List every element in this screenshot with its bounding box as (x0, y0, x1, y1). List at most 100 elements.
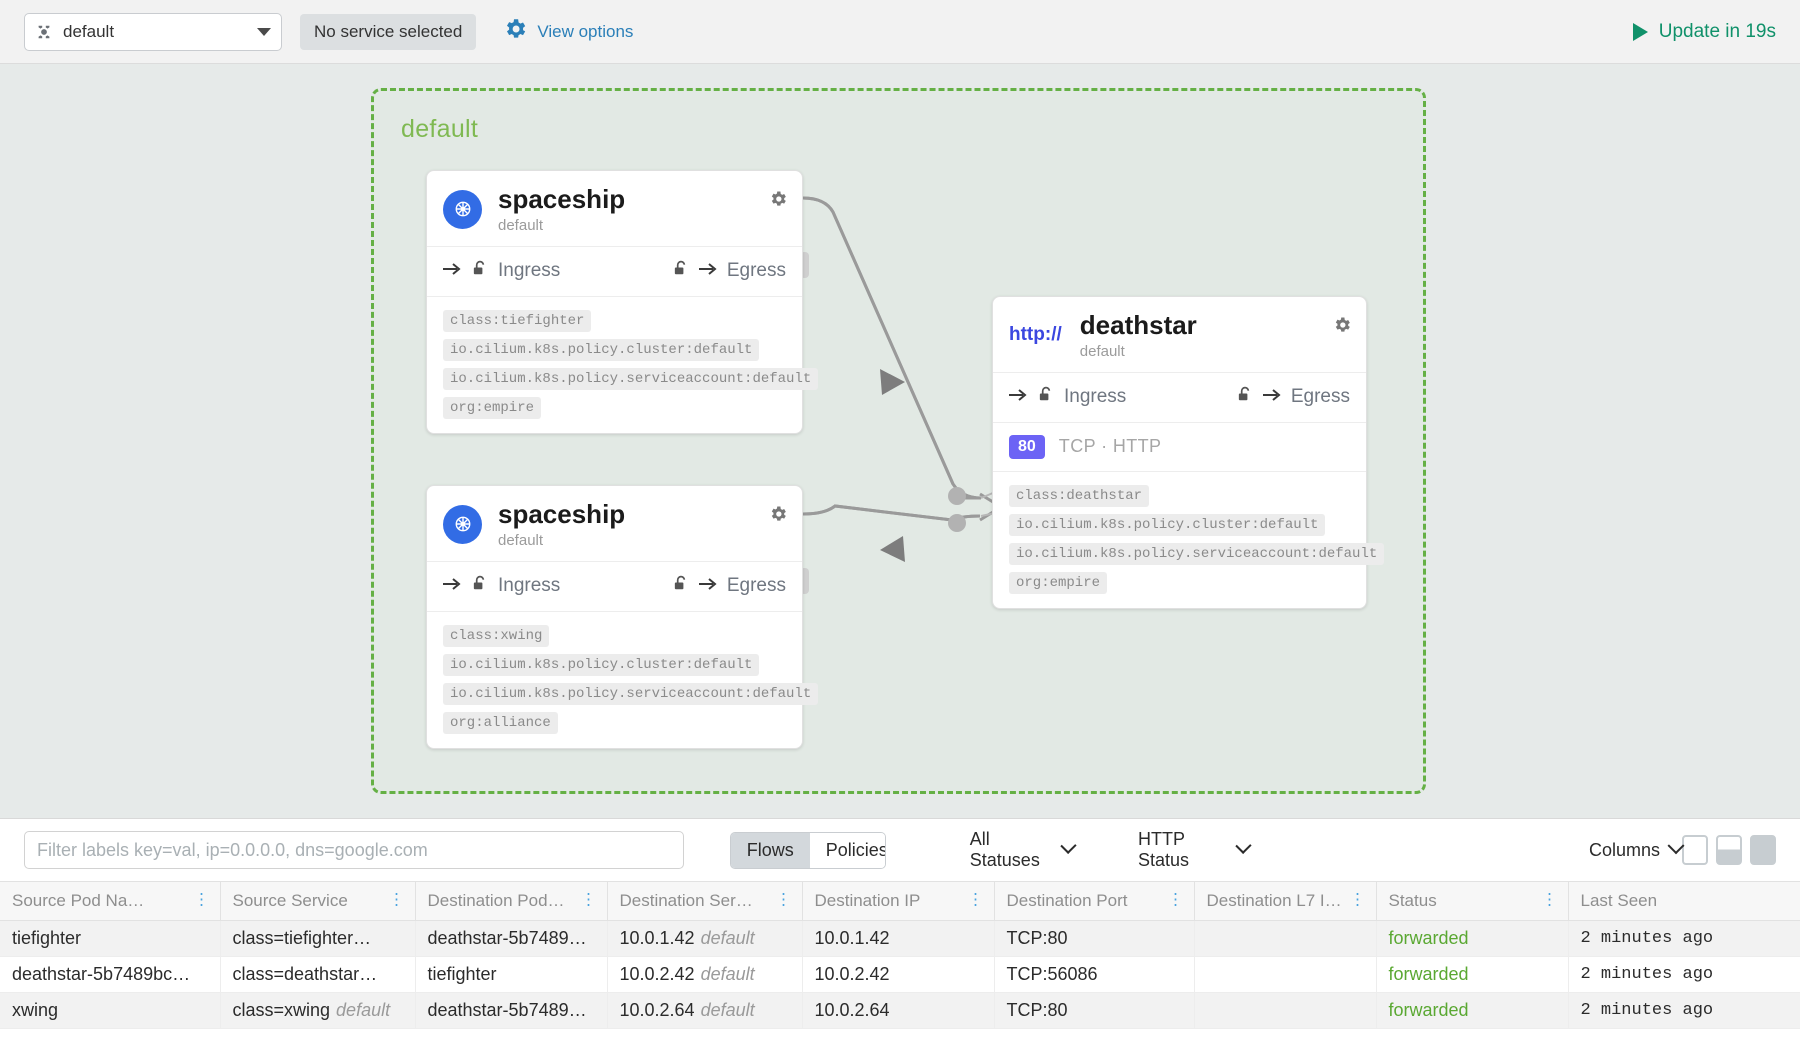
columns-dropdown[interactable]: Columns (1589, 840, 1682, 861)
filter-input[interactable] (24, 831, 684, 869)
ingress-label: Ingress (498, 575, 560, 597)
card-subtitle: default (498, 532, 625, 549)
cell-source-pod: tiefighter (0, 921, 220, 957)
cell-destination-service: 10.0.2.42default (607, 957, 802, 993)
cell-destination-ip: 10.0.2.64 (802, 993, 994, 1029)
column-header-source-service[interactable]: Source Service ⋮ (220, 882, 415, 921)
label-chip: io.cilium.k8s.policy.cluster:default (443, 654, 759, 676)
update-timer-button[interactable]: Update in 19s (1633, 21, 1776, 43)
namespace-select-value: default (63, 22, 247, 42)
column-header-status[interactable]: Status ⋮ (1376, 882, 1568, 921)
cell-source-service: class=tiefighter… (220, 921, 415, 957)
tab-flows[interactable]: Flows (731, 833, 810, 868)
column-menu-icon[interactable]: ⋮ (1350, 895, 1366, 908)
column-header-destination-ip[interactable]: Destination IP ⋮ (802, 882, 994, 921)
port-badge: 80 (1009, 435, 1045, 459)
ingress-group[interactable]: Ingress (443, 574, 560, 599)
cell-status: forwarded (1376, 921, 1568, 957)
egress-group[interactable]: Egress (672, 574, 786, 599)
egress-label: Egress (727, 575, 786, 597)
service-status-badge: No service selected (300, 14, 476, 50)
cell-text: 10.0.1.42 (620, 928, 695, 948)
label-chip: org:alliance (443, 712, 558, 734)
card-title: deathstar (1080, 311, 1197, 341)
table-row[interactable]: tiefighter class=tiefighter… deathstar-5… (0, 921, 1800, 957)
column-header-destination-l7[interactable]: Destination L7 I…⋮ (1194, 882, 1376, 921)
unlock-icon (1236, 385, 1255, 410)
card-header: spaceship default (427, 486, 802, 562)
column-menu-icon[interactable]: ⋮ (389, 895, 405, 908)
http-status-dropdown[interactable]: HTTP Status (1138, 829, 1249, 871)
table-row[interactable]: deathstar-5b7489bc… class=deathstar… tie… (0, 957, 1800, 993)
column-label: Destination Port (1007, 891, 1128, 910)
ingress-group[interactable]: Ingress (443, 259, 560, 284)
unlock-icon (672, 574, 691, 599)
cell-namespace: default (336, 1000, 390, 1020)
cell-status: forwarded (1376, 993, 1568, 1029)
gear-icon[interactable] (768, 504, 788, 529)
column-header-last-seen[interactable]: Last Seen (1568, 882, 1800, 921)
column-menu-icon[interactable]: ⋮ (194, 895, 210, 908)
label-chip: class:deathstar (1009, 485, 1149, 507)
column-header-destination-pod[interactable]: Destination Pod… ⋮ (415, 882, 607, 921)
column-menu-icon[interactable]: ⋮ (968, 895, 984, 908)
arrow-right-icon (699, 260, 719, 282)
gear-icon[interactable] (1332, 315, 1352, 340)
cell-destination-service: 10.0.2.64default (607, 993, 802, 1029)
cell-namespace: default (701, 964, 755, 984)
column-header-source-pod[interactable]: Source Pod Na… ⋮ (0, 882, 220, 921)
column-menu-icon[interactable]: ⋮ (776, 895, 792, 908)
column-menu-icon[interactable]: ⋮ (581, 895, 597, 908)
arrow-right-icon (1263, 386, 1283, 408)
tab-policies[interactable]: Policies (810, 833, 886, 868)
labels-list: class:tiefighter io.cilium.k8s.policy.cl… (427, 297, 802, 433)
column-label: Source Pod Na… (12, 891, 144, 910)
ingress-label: Ingress (498, 260, 560, 282)
service-card-deathstar[interactable]: http:// deathstar default Ingress (992, 296, 1367, 609)
egress-group[interactable]: Egress (1236, 385, 1350, 410)
ingress-group[interactable]: Ingress (1009, 385, 1126, 410)
namespace-select[interactable]: default (24, 13, 282, 51)
service-map-canvas[interactable]: default (0, 64, 1800, 818)
cell-destination-pod: deathstar-5b7489bc… (415, 993, 607, 1029)
column-label: Destination Ser… (620, 891, 753, 910)
cell-destination-pod: tiefighter (415, 957, 607, 993)
column-label: Destination IP (815, 891, 921, 910)
cell-destination-port: TCP:80 (994, 993, 1194, 1029)
arrow-right-icon (443, 575, 463, 597)
column-label: Status (1389, 891, 1437, 910)
egress-group[interactable]: Egress (672, 259, 786, 284)
card-header: spaceship default (427, 171, 802, 247)
gear-icon[interactable] (768, 189, 788, 214)
arrow-right-icon (1009, 386, 1029, 408)
column-header-destination-port[interactable]: Destination Port ⋮ (994, 882, 1194, 921)
column-menu-icon[interactable]: ⋮ (1168, 895, 1184, 908)
flows-table[interactable]: Source Pod Na… ⋮ Source Service ⋮ Destinat… (0, 881, 1800, 1029)
column-label: Destination Pod… (428, 891, 565, 910)
kubernetes-icon (443, 190, 482, 229)
cell-source-service: class=xwingdefault (220, 993, 415, 1029)
column-menu-icon[interactable]: ⋮ (1542, 895, 1558, 908)
panel-large-icon[interactable] (1750, 835, 1776, 865)
port-row[interactable]: 80 TCP · HTTP (993, 423, 1366, 472)
service-card-spaceship-tiefighter[interactable]: spaceship default Ingress (426, 170, 803, 434)
all-statuses-dropdown[interactable]: All Statuses (970, 829, 1074, 871)
flows-policies-toggle[interactable]: Flows Policies (730, 832, 886, 869)
table-header-row: Source Pod Na… ⋮ Source Service ⋮ Destinat… (0, 882, 1800, 921)
cell-text: class=xwing (233, 1000, 331, 1020)
panel-small-icon[interactable] (1682, 835, 1708, 865)
panel-medium-icon[interactable] (1716, 835, 1742, 865)
column-label: Source Service (233, 891, 348, 910)
table-row[interactable]: xwing class=xwingdefault deathstar-5b748… (0, 993, 1800, 1029)
cell-source-pod: deathstar-5b7489bc… (0, 957, 220, 993)
column-header-destination-service[interactable]: Destination Ser… ⋮ (607, 882, 802, 921)
cell-text: class=tiefighter… (233, 928, 372, 948)
cell-destination-service: 10.0.1.42default (607, 921, 802, 957)
labels-list: class:deathstar io.cilium.k8s.policy.clu… (993, 472, 1366, 608)
play-icon (1633, 23, 1648, 41)
chevron-down-icon (257, 28, 271, 36)
service-card-spaceship-xwing[interactable]: spaceship default Ingress (426, 485, 803, 749)
cell-destination-l7 (1194, 957, 1376, 993)
cell-destination-l7 (1194, 993, 1376, 1029)
view-options-button[interactable]: View options (502, 16, 633, 47)
